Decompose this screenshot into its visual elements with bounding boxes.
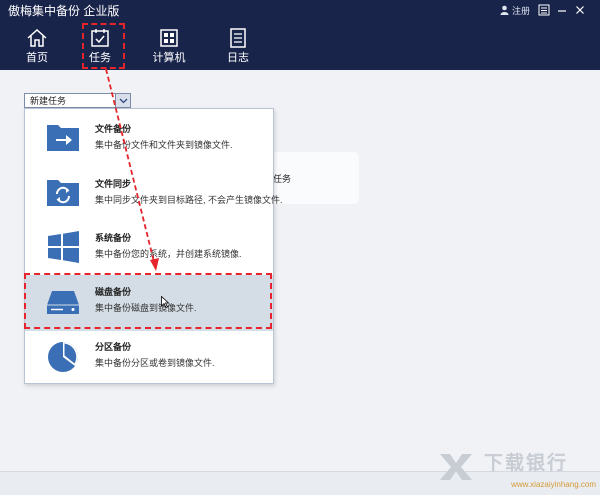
watermark-subtitle: www.xiazaiyinhang.com xyxy=(511,480,596,489)
nav-item-computer[interactable]: 计算机 xyxy=(144,22,194,70)
watermark-logo-icon xyxy=(440,454,472,480)
new-task-dropdown-value: 新建任务 xyxy=(30,96,67,106)
menu-item-title: 文件备份 xyxy=(95,124,132,134)
login-label: 注册 xyxy=(512,6,531,16)
task-highlight-box xyxy=(82,23,125,69)
menu-item-file-backup[interactable]: 文件备份 集中备份文件和文件夹到镜像文件. xyxy=(25,112,273,168)
watermark-brand: 下载银行 xyxy=(484,453,569,474)
chevron-down-icon[interactable] xyxy=(115,94,130,107)
user-icon xyxy=(500,5,509,15)
computer-icon xyxy=(160,29,178,47)
menu-item-desc: 集中备份文件和文件夹到镜像文件. xyxy=(95,140,233,150)
menu-item-title: 分区备份 xyxy=(95,342,132,352)
menu-item-desc: 集中同步文件夹到目标路径, 不会产生镜像文件. xyxy=(95,195,283,205)
menu-item-desc: 集中备份您的系统，并创建系统镜像. xyxy=(95,249,242,259)
title-bar: 傲梅集中备份 企业版 注册 xyxy=(0,0,600,22)
mouse-cursor-icon xyxy=(161,296,169,308)
nav-label-home: 首页 xyxy=(26,52,48,64)
task-card-label: 任务 xyxy=(273,174,292,184)
menu-item-title: 文件同步 xyxy=(95,179,132,189)
new-task-menu: 文件备份 集中备份文件和文件夹到镜像文件. 文件同步 集中同步文件夹到目标路径,… xyxy=(24,108,283,386)
file-backup-icon xyxy=(47,125,79,151)
partition-backup-icon xyxy=(48,342,78,372)
menu-item-partition-backup[interactable]: 分区备份 集中备份分区或卷到镜像文件. xyxy=(25,330,273,386)
menu-item-desc: 集中备份分区或卷到镜像文件. xyxy=(95,358,215,368)
file-sync-icon xyxy=(47,180,79,206)
system-backup-icon xyxy=(48,231,79,263)
close-icon[interactable] xyxy=(572,2,588,18)
nav-label-log: 日志 xyxy=(227,52,249,64)
nav-label-computer: 计算机 xyxy=(152,52,186,64)
menu-item-file-sync[interactable]: 文件同步 集中同步文件夹到目标路径, 不会产生镜像文件. xyxy=(25,167,283,223)
log-icon xyxy=(230,28,246,48)
nav-item-log[interactable]: 日志 xyxy=(213,22,263,70)
home-icon xyxy=(27,28,47,47)
new-task-dropdown[interactable]: 新建任务 xyxy=(24,93,131,108)
menu-item-title: 系统备份 xyxy=(95,233,132,243)
menu-icon[interactable] xyxy=(536,2,552,18)
app-title: 傲梅集中备份 企业版 xyxy=(8,4,120,18)
watermark: 下载银行 www.xiazaiyinhang.com xyxy=(436,452,596,492)
minimize-icon[interactable] xyxy=(554,2,570,18)
nav-item-home[interactable]: 首页 xyxy=(12,22,62,70)
disk-backup-highlight-box xyxy=(24,273,272,329)
menu-item-system-backup[interactable]: 系统备份 集中备份您的系统，并创建系统镜像. xyxy=(25,221,273,277)
login-link[interactable]: 注册 xyxy=(500,5,530,17)
